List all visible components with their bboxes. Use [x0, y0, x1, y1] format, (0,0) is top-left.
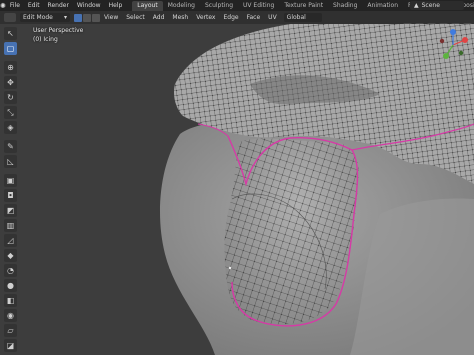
measure-icon[interactable]: ◺ — [4, 155, 17, 168]
spin-icon[interactable]: ◔ — [4, 264, 17, 277]
bevel-icon[interactable]: ◩ — [4, 204, 17, 217]
tool-shelf: ↖ ▢ ⊕ ✥ ↻ ⤡ ◈ ✎ ◺ ▣ ◘ ◩ ▥ ◿ ◆ ◔ ● ◧ ◉ ▱ ◪ — [2, 27, 19, 352]
cursor-3d-icon[interactable]: ⊕ — [4, 61, 17, 74]
transform-orientation-dropdown[interactable]: Global — [283, 13, 322, 22]
header-menus: View Select Add Mesh Vertex Edge Face UV — [100, 11, 281, 24]
tab-modeling[interactable]: Modeling — [163, 1, 200, 11]
edge-select-icon[interactable] — [83, 13, 91, 22]
shrink-fatten-icon[interactable]: ◉ — [4, 309, 17, 322]
3d-viewport[interactable]: User Perspective (0) Icing — [0, 24, 474, 355]
annotate-icon[interactable]: ✎ — [4, 140, 17, 153]
navigation-gizmo[interactable] — [436, 28, 470, 62]
header-menu-add[interactable]: Add — [149, 11, 169, 24]
menu-edit[interactable]: Edit — [24, 0, 44, 11]
mode-label: Edit Mode — [23, 14, 53, 21]
rotate-icon[interactable]: ↻ — [4, 91, 17, 104]
mode-dropdown[interactable]: Edit Mode ▾ — [20, 13, 70, 22]
tab-uv-editing[interactable]: UV Editing — [238, 1, 279, 11]
scene-label: Scene — [421, 2, 440, 9]
header-menu-select[interactable]: Select — [122, 11, 149, 24]
tab-shading[interactable]: Shading — [328, 1, 362, 11]
tab-texture-paint[interactable]: Texture Paint — [279, 1, 328, 11]
edge-slide-icon[interactable]: ◧ — [4, 294, 17, 307]
tab-layout[interactable]: Layout — [132, 1, 163, 11]
face-select-icon[interactable] — [92, 13, 100, 22]
header-menu-edge[interactable]: Edge — [219, 11, 242, 24]
editor-type-icon[interactable] — [4, 13, 16, 22]
header-menu-mesh[interactable]: Mesh — [168, 11, 192, 24]
header-menu-face[interactable]: Face — [243, 11, 265, 24]
tab-sculpting[interactable]: Sculpting — [200, 1, 238, 11]
header-menu-vertex[interactable]: Vertex — [192, 11, 219, 24]
object-label: (0) Icing — [33, 36, 58, 43]
select-mode-buttons — [74, 13, 100, 22]
knife-icon[interactable]: ◿ — [4, 234, 17, 247]
inset-icon[interactable]: ◘ — [4, 189, 17, 202]
tab-animation[interactable]: Animation — [362, 1, 403, 11]
menu-render[interactable]: Render — [44, 0, 73, 11]
select-box-icon[interactable]: ▢ — [4, 42, 17, 55]
mesh-render — [160, 24, 474, 355]
menu-file[interactable]: File — [6, 0, 24, 11]
transform-icon[interactable]: ◈ — [4, 121, 17, 134]
rip-region-icon[interactable]: ◪ — [4, 339, 17, 352]
x-axis-icon — [462, 37, 468, 43]
poly-build-icon[interactable]: ◆ — [4, 249, 17, 262]
header-menu-view[interactable]: View — [100, 11, 122, 24]
smooth-icon[interactable]: ● — [4, 279, 17, 292]
shear-icon[interactable]: ▱ — [4, 324, 17, 337]
vertex-select-icon[interactable] — [74, 13, 82, 22]
extrude-icon[interactable]: ▣ — [4, 174, 17, 187]
orientation-label: Global — [286, 14, 306, 21]
z-axis-icon — [450, 29, 456, 35]
loop-cut-icon[interactable]: ▥ — [4, 219, 17, 232]
viewport-header: Edit Mode ▾ View Select Add Mesh Vertex Edge F… — [0, 11, 474, 32]
scene-selector[interactable]: ▲ Scene — [410, 1, 464, 10]
move-icon[interactable]: ✥ — [4, 76, 17, 89]
menu-help[interactable]: Help — [105, 0, 127, 11]
perspective-label: User Perspective — [33, 27, 84, 34]
top-bar: ✺ File Edit Render Window Help Layout Modelin… — [0, 0, 474, 11]
scene-icon: ▲ — [414, 2, 419, 9]
scale-icon[interactable]: ⤡ — [4, 106, 17, 119]
menu-window[interactable]: Window — [73, 0, 105, 11]
main-menu: File Edit Render Window Help — [6, 0, 126, 11]
y-axis-icon — [443, 53, 449, 59]
cursor-icon[interactable]: ↖ — [4, 27, 17, 40]
chevron-down-icon: ▾ — [63, 14, 67, 21]
header-menu-uv[interactable]: UV — [264, 11, 281, 24]
